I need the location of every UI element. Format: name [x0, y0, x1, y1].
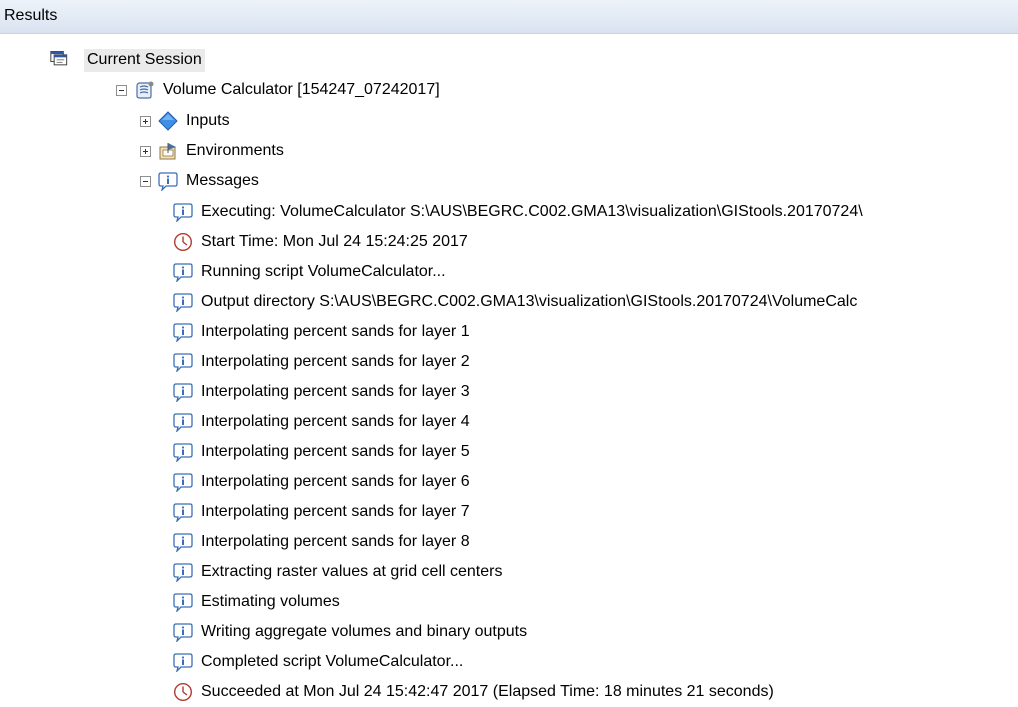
message-text: Completed script VolumeCalculator...: [201, 653, 464, 670]
info-icon: [173, 502, 193, 522]
session-icon: [50, 49, 74, 71]
collapse-toggle[interactable]: [140, 175, 151, 187]
clock-icon: [173, 232, 193, 252]
message-row[interactable]: Writing aggregate volumes and binary out…: [173, 617, 527, 647]
clock-icon: [173, 682, 193, 702]
message-text: Estimating volumes: [201, 593, 340, 610]
info-icon: [173, 412, 193, 432]
message-row[interactable]: Interpolating percent sands for layer 8: [173, 527, 470, 557]
info-icon: [173, 532, 193, 552]
info-icon: [158, 171, 178, 191]
expand-toggle[interactable]: [140, 115, 151, 127]
info-icon: [173, 202, 193, 222]
message-row[interactable]: Interpolating percent sands for layer 5: [173, 437, 470, 467]
info-icon: [173, 322, 193, 342]
message-row[interactable]: Completed script VolumeCalculator...: [173, 647, 463, 677]
info-icon: [173, 262, 193, 282]
environments-label: Environments: [186, 142, 284, 159]
message-row[interactable]: Start Time: Mon Jul 24 15:24:25 2017: [173, 227, 468, 257]
message-row[interactable]: Extracting raster values at grid cell ce…: [173, 557, 502, 587]
message-text: Executing: VolumeCalculator S:\AUS\BEGRC…: [201, 203, 863, 220]
message-text: Interpolating percent sands for layer 7: [201, 503, 470, 520]
info-icon: [173, 472, 193, 492]
panel-title: Results: [4, 7, 58, 24]
message-row[interactable]: Output directory S:\AUS\BEGRC.C002.GMA13…: [173, 287, 857, 317]
tree-item-environments[interactable]: Environments: [140, 136, 284, 166]
message-row[interactable]: Estimating volumes: [173, 587, 340, 617]
info-icon: [173, 622, 193, 642]
script-tool-icon: [135, 80, 155, 100]
message-text: Writing aggregate volumes and binary out…: [201, 623, 528, 640]
message-text: Interpolating percent sands for layer 5: [201, 443, 470, 460]
message-text: Running script VolumeCalculator...: [201, 263, 446, 280]
message-row[interactable]: Interpolating percent sands for layer 4: [173, 407, 470, 437]
messages-label: Messages: [186, 172, 259, 189]
message-row[interactable]: Running script VolumeCalculator...: [173, 257, 446, 287]
tree-item-inputs[interactable]: Inputs: [140, 106, 230, 136]
info-icon: [173, 382, 193, 402]
info-icon: [173, 592, 193, 612]
message-row[interactable]: Interpolating percent sands for layer 6: [173, 467, 470, 497]
message-text: Interpolating percent sands for layer 4: [201, 413, 470, 430]
message-text: Interpolating percent sands for layer 1: [201, 323, 470, 340]
message-text: Output directory S:\AUS\BEGRC.C002.GMA13…: [201, 293, 858, 310]
message-text: Succeeded at Mon Jul 24 15:42:47 2017 (E…: [201, 683, 774, 700]
collapse-toggle[interactable]: [116, 84, 127, 96]
tree-item-volume-calculator[interactable]: Volume Calculator [154247_07242017]: [116, 75, 440, 105]
message-text: Interpolating percent sands for layer 6: [201, 473, 470, 490]
message-text: Interpolating percent sands for layer 2: [201, 353, 470, 370]
tree-item-current-session[interactable]: Current Session: [50, 45, 205, 75]
tree-item-messages[interactable]: Messages: [140, 166, 259, 196]
inputs-label: Inputs: [186, 112, 230, 129]
message-row[interactable]: Succeeded at Mon Jul 24 15:42:47 2017 (E…: [173, 677, 774, 707]
session-label: Current Session: [84, 48, 205, 72]
environments-icon: [158, 141, 178, 161]
diamond-icon: [158, 111, 178, 131]
message-text: Interpolating percent sands for layer 3: [201, 383, 470, 400]
message-row[interactable]: Interpolating percent sands for layer 7: [173, 497, 470, 527]
expand-toggle[interactable]: [140, 145, 151, 157]
tool-label: Volume Calculator [154247_07242017]: [163, 81, 440, 98]
message-row[interactable]: Interpolating percent sands for layer 1: [173, 317, 470, 347]
info-icon: [173, 562, 193, 582]
info-icon: [173, 442, 193, 462]
results-panel-header: Results: [0, 0, 1018, 34]
message-text: Start Time: Mon Jul 24 15:24:25 2017: [201, 233, 468, 250]
message-text: Extracting raster values at grid cell ce…: [201, 563, 503, 580]
message-row[interactable]: Interpolating percent sands for layer 2: [173, 347, 470, 377]
info-icon: [173, 652, 193, 672]
message-text: Interpolating percent sands for layer 8: [201, 533, 470, 550]
message-row[interactable]: Executing: VolumeCalculator S:\AUS\BEGRC…: [173, 197, 863, 227]
message-row[interactable]: Interpolating percent sands for layer 3: [173, 377, 470, 407]
info-icon: [173, 352, 193, 372]
info-icon: [173, 292, 193, 312]
